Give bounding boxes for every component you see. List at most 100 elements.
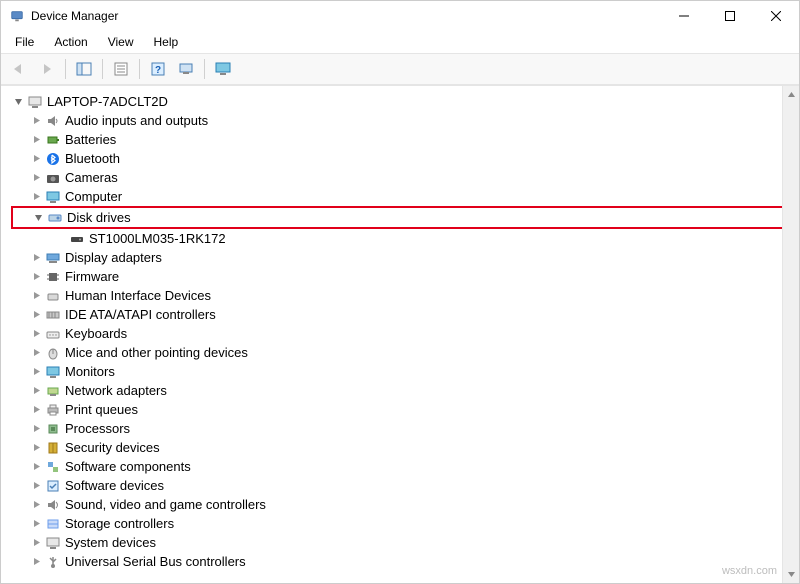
- network-icon: [45, 383, 61, 399]
- tree-item-disk-child[interactable]: ST1000LM035-1RK172: [11, 229, 795, 248]
- chevron-down-icon[interactable]: [11, 95, 25, 109]
- properties-button[interactable]: [109, 58, 133, 80]
- menu-help[interactable]: Help: [146, 33, 187, 51]
- tree-item-label: Firmware: [65, 267, 119, 286]
- tree-item-sound[interactable]: Sound, video and game controllers: [11, 495, 795, 514]
- chevron-right-icon[interactable]: [29, 308, 43, 322]
- chevron-right-icon[interactable]: [29, 422, 43, 436]
- maximize-button[interactable]: [707, 1, 753, 31]
- tree-item-display[interactable]: Display adapters: [11, 248, 795, 267]
- usb-icon: [45, 554, 61, 570]
- chevron-right-icon[interactable]: [29, 289, 43, 303]
- scroll-track[interactable]: [783, 103, 799, 566]
- tree-item-processors[interactable]: Processors: [11, 419, 795, 438]
- forward-button[interactable]: [35, 58, 59, 80]
- tree-item-audio[interactable]: Audio inputs and outputs: [11, 111, 795, 130]
- close-button[interactable]: [753, 1, 799, 31]
- chevron-right-icon[interactable]: [29, 479, 43, 493]
- chevron-right-icon[interactable]: [29, 251, 43, 265]
- tree-item-label: Keyboards: [65, 324, 127, 343]
- tree-item-label: Universal Serial Bus controllers: [65, 552, 246, 571]
- chevron-right-icon[interactable]: [29, 152, 43, 166]
- chevron-right-icon[interactable]: [29, 403, 43, 417]
- speaker-icon: [45, 113, 61, 129]
- tree-item-label: Cameras: [65, 168, 118, 187]
- tree-root-label: LAPTOP-7ADCLT2D: [47, 92, 168, 111]
- tree-item-security[interactable]: Security devices: [11, 438, 795, 457]
- tree-item-label: Computer: [65, 187, 122, 206]
- tree-item-print-queues[interactable]: Print queues: [11, 400, 795, 419]
- tree-item-disk-drives[interactable]: Disk drives: [13, 208, 793, 227]
- scan-hardware-button[interactable]: [174, 58, 198, 80]
- help-button[interactable]: ?: [146, 58, 170, 80]
- chevron-right-icon[interactable]: [29, 346, 43, 360]
- display-adapter-icon: [45, 250, 61, 266]
- chevron-right-icon[interactable]: [29, 365, 43, 379]
- system-icon: [45, 535, 61, 551]
- tree-item-cameras[interactable]: Cameras: [11, 168, 795, 187]
- tree-item-software-devices[interactable]: Software devices: [11, 476, 795, 495]
- chevron-right-icon[interactable]: [29, 190, 43, 204]
- monitor-button[interactable]: [211, 58, 235, 80]
- svg-text:?: ?: [155, 65, 161, 76]
- software-icon: [45, 478, 61, 494]
- content-area: LAPTOP-7ADCLT2D Audio inputs and outputs…: [1, 85, 799, 583]
- vertical-scrollbar[interactable]: [782, 86, 799, 583]
- tree-item-label: Processors: [65, 419, 130, 438]
- hid-icon: [45, 288, 61, 304]
- spacer-icon: [53, 232, 67, 246]
- chip-icon: [45, 269, 61, 285]
- tree-item-computer[interactable]: Computer: [11, 187, 795, 206]
- tree-item-firmware[interactable]: Firmware: [11, 267, 795, 286]
- tree-item-label: Audio inputs and outputs: [65, 111, 208, 130]
- tree-item-keyboards[interactable]: Keyboards: [11, 324, 795, 343]
- tree-item-usb[interactable]: Universal Serial Bus controllers: [11, 552, 795, 571]
- chevron-right-icon[interactable]: [29, 498, 43, 512]
- tree-item-software-components[interactable]: Software components: [11, 457, 795, 476]
- tree-item-system[interactable]: System devices: [11, 533, 795, 552]
- menu-action[interactable]: Action: [46, 33, 95, 51]
- chevron-right-icon[interactable]: [29, 460, 43, 474]
- watermark: wsxdn.com: [722, 565, 777, 577]
- component-icon: [45, 459, 61, 475]
- back-button[interactable]: [7, 58, 31, 80]
- chevron-down-icon[interactable]: [31, 211, 45, 225]
- ide-icon: [45, 307, 61, 323]
- storage-icon: [45, 516, 61, 532]
- menu-view[interactable]: View: [100, 33, 142, 51]
- battery-icon: [45, 132, 61, 148]
- computer-icon: [27, 94, 43, 110]
- tree-item-storage[interactable]: Storage controllers: [11, 514, 795, 533]
- menu-file[interactable]: File: [7, 33, 42, 51]
- chevron-right-icon[interactable]: [29, 327, 43, 341]
- tree-item-label: Storage controllers: [65, 514, 174, 533]
- printer-icon: [45, 402, 61, 418]
- chevron-right-icon[interactable]: [29, 517, 43, 531]
- chevron-right-icon[interactable]: [29, 536, 43, 550]
- tree-item-mice[interactable]: Mice and other pointing devices: [11, 343, 795, 362]
- chevron-right-icon[interactable]: [29, 114, 43, 128]
- chevron-right-icon[interactable]: [29, 270, 43, 284]
- chevron-right-icon[interactable]: [29, 171, 43, 185]
- minimize-button[interactable]: [661, 1, 707, 31]
- tree-item-network[interactable]: Network adapters: [11, 381, 795, 400]
- tree-item-monitors[interactable]: Monitors: [11, 362, 795, 381]
- monitor-icon: [45, 364, 61, 380]
- tree-item-label: Print queues: [65, 400, 138, 419]
- tree-root[interactable]: LAPTOP-7ADCLT2D: [11, 92, 795, 111]
- show-hide-console-tree-button[interactable]: [72, 58, 96, 80]
- chevron-right-icon[interactable]: [29, 555, 43, 569]
- tree-item-ide[interactable]: IDE ATA/ATAPI controllers: [11, 305, 795, 324]
- menubar: File Action View Help: [1, 31, 799, 53]
- chevron-right-icon[interactable]: [29, 384, 43, 398]
- tree-item-label: Human Interface Devices: [65, 286, 211, 305]
- tree-item-hid[interactable]: Human Interface Devices: [11, 286, 795, 305]
- chevron-right-icon[interactable]: [29, 441, 43, 455]
- tree-item-bluetooth[interactable]: Bluetooth: [11, 149, 795, 168]
- chevron-right-icon[interactable]: [29, 133, 43, 147]
- tree-item-label: System devices: [65, 533, 156, 552]
- tree-item-batteries[interactable]: Batteries: [11, 130, 795, 149]
- scroll-down-button[interactable]: [783, 566, 799, 583]
- scroll-up-button[interactable]: [783, 86, 799, 103]
- window-controls: [661, 1, 799, 31]
